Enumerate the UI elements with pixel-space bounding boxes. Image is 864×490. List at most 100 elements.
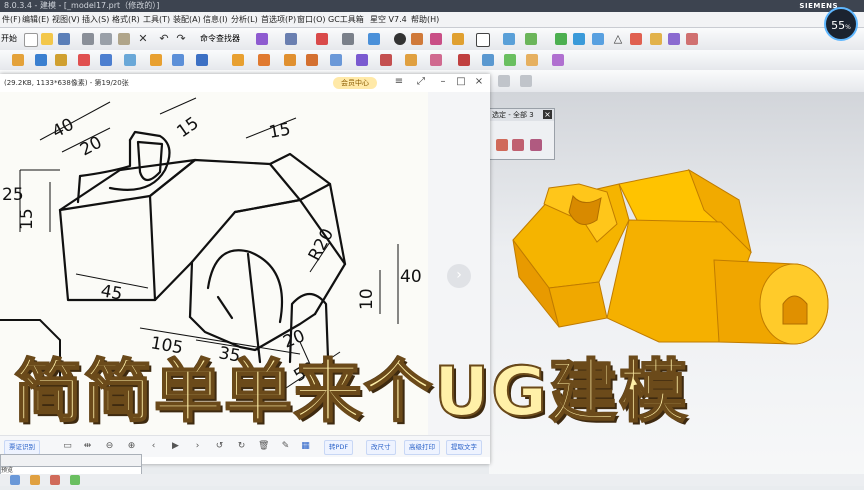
close-window-icon[interactable]: × (472, 75, 486, 89)
slot-icon[interactable] (172, 54, 184, 66)
menu-window[interactable]: 窗口(O) (297, 14, 326, 25)
open-folder-icon[interactable] (41, 33, 53, 45)
apps-icon[interactable]: ▦ (300, 441, 311, 452)
thread-icon[interactable] (526, 54, 538, 66)
menu-help[interactable]: 帮助(H) (411, 14, 439, 25)
start-menu-button[interactable]: 开始 (1, 33, 17, 44)
bottom-tool-icon-2[interactable] (30, 475, 40, 485)
to-pdf-button[interactable]: 转PDF (324, 440, 354, 455)
bottom-tool-icon-1[interactable] (10, 475, 20, 485)
color-icon[interactable] (452, 33, 464, 45)
sew-icon[interactable] (552, 54, 564, 66)
menu-icon[interactable]: ≡ (392, 75, 406, 89)
unite-icon[interactable] (232, 54, 244, 66)
fit-width-icon[interactable]: ⇹ (82, 441, 93, 452)
groove-icon[interactable] (196, 54, 208, 66)
bottom-tool-icon-4[interactable] (70, 475, 80, 485)
menu-assembly[interactable]: 装配(A) (173, 14, 201, 25)
mirror-icon[interactable] (380, 54, 392, 66)
panel-tool-icon-3[interactable] (530, 139, 542, 151)
panel-tool-icon-2[interactable] (512, 139, 524, 151)
frame-icon[interactable] (476, 33, 490, 47)
menu-information[interactable]: 信息(I) (203, 14, 228, 25)
split-body-icon[interactable] (458, 54, 470, 66)
rotate-left-icon[interactable]: ↺ (214, 441, 225, 452)
edit-icon[interactable]: ✎ (280, 441, 291, 452)
menu-insert[interactable]: 插入(S) (82, 14, 109, 25)
distance-icon[interactable] (592, 33, 604, 45)
panel-tool-icon-1[interactable] (496, 139, 508, 151)
delete-icon[interactable]: ✕ (137, 33, 149, 45)
save-icon[interactable] (58, 33, 70, 45)
deviation-icon[interactable] (630, 33, 642, 45)
offset-face-icon[interactable] (482, 54, 494, 66)
trim-body-icon[interactable] (430, 54, 442, 66)
vip-center-button[interactable]: 会员中心 (333, 77, 377, 89)
close-icon[interactable]: × (543, 110, 552, 119)
menu-gc-toolbox[interactable]: GC工具箱 (328, 14, 364, 25)
filter-icon[interactable] (285, 33, 297, 45)
draft-icon[interactable] (668, 33, 680, 45)
sketch-icon[interactable] (12, 54, 24, 66)
new-file-icon[interactable] (24, 33, 38, 47)
rotate-right-icon[interactable]: ↻ (236, 441, 247, 452)
undo-icon[interactable]: ↶ (158, 33, 170, 45)
menu-xingkong[interactable]: 星空 V7.4 (370, 14, 407, 25)
boss-icon[interactable] (100, 54, 112, 66)
menu-view[interactable]: 视图(V) (52, 14, 80, 25)
maximize-icon[interactable]: □ (454, 75, 468, 89)
slideshow-icon[interactable]: ▶ (170, 441, 181, 452)
monitor-icon[interactable]: ▭ (62, 441, 73, 452)
ticket-recognition-button[interactable]: 票证识别 (4, 440, 40, 455)
check-icon[interactable] (555, 33, 567, 45)
section-analysis-icon[interactable] (686, 33, 698, 45)
zoom-in-icon[interactable]: ⊕ (126, 441, 137, 452)
extract-text-button[interactable]: 提取文字 (446, 440, 482, 455)
surface-icon-2[interactable] (520, 75, 532, 87)
redo-icon[interactable]: ↷ (175, 33, 187, 45)
pattern-icon[interactable] (405, 54, 417, 66)
edge-blend-icon[interactable] (306, 54, 318, 66)
minimize-icon[interactable]: – (436, 75, 450, 89)
render-style-icon[interactable] (368, 33, 380, 45)
zoom-out-icon[interactable]: ⊖ (104, 441, 115, 452)
menu-edit[interactable]: 编辑(E) (22, 14, 49, 25)
triangle-icon[interactable]: △ (612, 33, 624, 45)
menu-tools[interactable]: 工具(T) (143, 14, 170, 25)
cut-icon[interactable] (82, 33, 94, 45)
draft-feature-icon[interactable] (504, 54, 516, 66)
command-finder-button[interactable]: 命令查找器 (200, 33, 240, 44)
snap-icon[interactable] (316, 33, 328, 45)
curvature-icon[interactable] (650, 33, 662, 45)
fullscreen-icon[interactable]: ⤢ (414, 75, 428, 89)
3d-part-model[interactable] (512, 168, 829, 345)
copy-icon[interactable] (100, 33, 112, 45)
move-icon[interactable] (503, 33, 515, 45)
pad-icon[interactable] (150, 54, 162, 66)
revolve-icon[interactable] (55, 54, 67, 66)
next-image-button[interactable]: › (447, 264, 471, 288)
shading-icon[interactable] (394, 33, 406, 45)
trash-icon[interactable]: 🗑 (258, 441, 269, 452)
view-orient-icon[interactable] (342, 33, 354, 45)
extrude-icon[interactable] (35, 54, 47, 66)
analysis-icon[interactable] (525, 33, 537, 45)
subtract-icon[interactable] (258, 54, 270, 66)
menu-preferences[interactable]: 首选项(P) (261, 14, 296, 25)
shell-icon[interactable] (356, 54, 368, 66)
menu-analysis[interactable]: 分析(L) (231, 14, 258, 25)
paste-icon[interactable] (118, 33, 130, 45)
menu-file[interactable]: 件(F) (2, 14, 21, 25)
surface-icon-1[interactable] (498, 75, 510, 87)
measure-icon[interactable] (573, 33, 585, 45)
next-icon[interactable]: › (192, 441, 203, 452)
section-icon[interactable] (411, 33, 423, 45)
bottom-tool-icon-3[interactable] (50, 475, 60, 485)
advanced-print-button[interactable]: 高级打印 (404, 440, 440, 455)
previous-icon[interactable]: ‹ (148, 441, 159, 452)
selection-icon[interactable] (256, 33, 268, 45)
hole-icon[interactable] (78, 54, 90, 66)
resize-button[interactable]: 改尺寸 (366, 440, 396, 455)
intersect-icon[interactable] (284, 54, 296, 66)
chamfer-icon[interactable] (330, 54, 342, 66)
